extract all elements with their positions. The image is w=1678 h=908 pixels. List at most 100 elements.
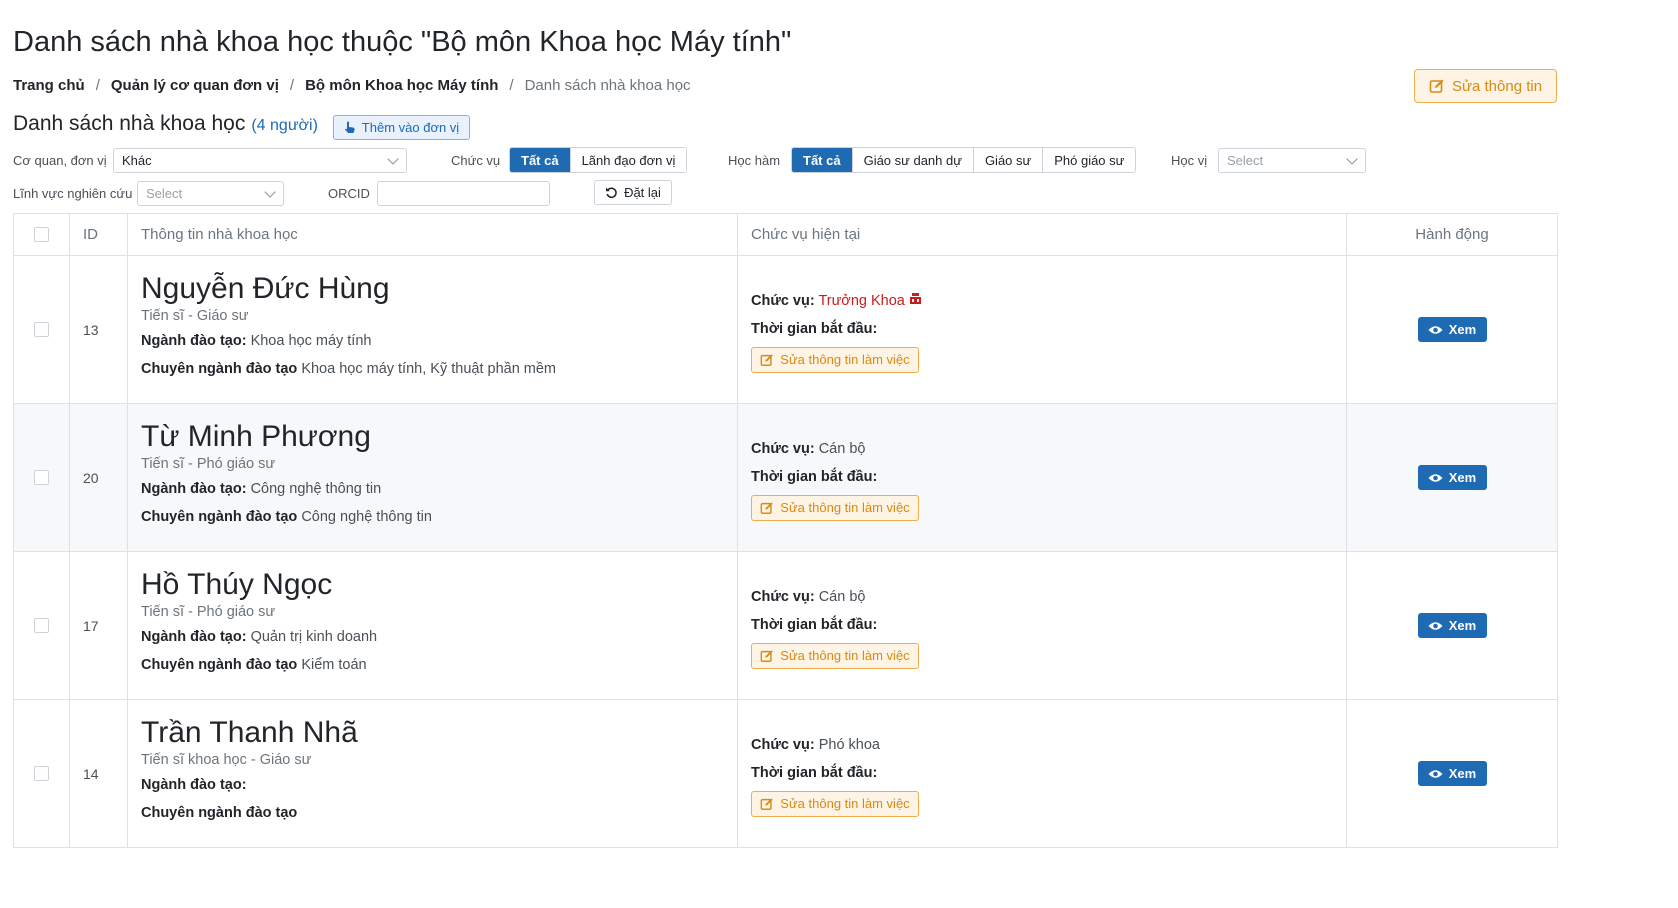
scientist-specialty: Chuyên ngành đào tạo Công nghệ thông tin [141,503,432,531]
row-actions: Xem [1347,256,1557,403]
table-row: 14 Trần Thanh Nhã Tiến sĩ khoa học - Giá… [14,700,1557,848]
position-info: Chức vụ: Cán bộ Thời gian bắt đầu: Sửa t… [738,552,1347,699]
row-checkbox-cell [14,700,70,847]
scientist-name[interactable]: Nguyễn Đức Hùng [141,272,390,306]
view-button[interactable]: Xem [1417,761,1487,786]
scientist-name[interactable]: Trần Thanh Nhã [141,716,358,750]
reset-label: Đặt lại [624,185,661,200]
edit-work-button[interactable]: Sửa thông tin làm việc [751,642,919,669]
view-label: Xem [1448,766,1477,781]
orcid-label: ORCID [328,186,370,201]
row-checkbox[interactable] [34,766,49,781]
degree-select[interactable]: Select [1218,148,1366,173]
scientist-specialty: Chuyên ngành đào tạo Kiểm toán [141,651,367,679]
edit-work-button[interactable]: Sửa thông tin làm việc [751,346,919,373]
scientist-major: Ngành đào tạo: Khoa học máy tính [141,327,371,355]
page-title: Danh sách nhà khoa học thuộc "Bộ môn Kho… [13,26,792,58]
org-select-value: Khác [122,153,152,168]
major-label: Ngành đào tạo: [141,629,247,645]
position-line: Chức vụ: Phó khoa [751,731,880,759]
major-label: Ngành đào tạo: [141,777,247,793]
table-header: ID Thông tin nhà khoa học Chức vụ hiện t… [14,214,1557,256]
field-select-placeholder: Select [146,186,183,201]
eye-icon [1428,621,1443,630]
view-button[interactable]: Xem [1417,465,1487,490]
field-filter-label: Lĩnh vực nghiên cứu [13,186,133,201]
specialty-label: Chuyên ngành đào tạo [141,657,298,673]
position-label: Chức vụ: [751,736,815,753]
field-select[interactable]: Select [137,181,284,206]
scientist-specialty: Chuyên ngành đào tạo [141,799,297,827]
degree-filter-label: Học vị [1171,153,1208,168]
position-line: Chức vụ: Cán bộ [751,435,865,463]
start-time-line: Thời gian bắt đầu: [751,315,877,343]
scientist-major: Ngành đào tạo: Công nghệ thông tin [141,475,381,503]
position-filter-label: Chức vụ [451,153,501,168]
position-value: Trưởng Khoa [818,292,905,309]
view-label: Xem [1448,470,1477,485]
header-current-position: Chức vụ hiện tại [738,214,1347,255]
leader-icon [909,292,921,304]
edit-work-button[interactable]: Sửa thông tin làm việc [751,494,919,521]
scientist-count: (4 người) [251,117,318,134]
start-time-line: Thời gian bắt đầu: [751,611,877,639]
edit-work-button[interactable]: Sửa thông tin làm việc [751,790,919,817]
title-filter-label: Học hàm [728,153,781,168]
position-info: Chức vụ: Phó khoa Thời gian bắt đầu: Sửa… [738,700,1347,847]
position-value: Cán bộ [818,588,866,605]
edit-icon [760,501,773,514]
breadcrumb-department[interactable]: Bộ môn Khoa học Máy tính [305,77,498,94]
title-option-honorary-professor[interactable]: Giáo sư danh dự [851,148,973,172]
major-label: Ngành đào tạo: [141,333,247,349]
row-checkbox[interactable] [34,618,49,633]
position-option-leader[interactable]: Lãnh đạo đơn vị [569,148,687,172]
breadcrumb-home[interactable]: Trang chủ [13,77,85,94]
header-actions: Hành động [1415,226,1489,243]
title-option-all[interactable]: Tất cả [792,148,852,172]
scientist-id: 13 [70,256,128,403]
edit-info-button[interactable]: Sửa thông tin [1414,69,1557,103]
org-select[interactable]: Khác [113,148,407,173]
scientist-id: 14 [70,700,128,847]
select-all-checkbox[interactable] [34,227,49,242]
start-time-line: Thời gian bắt đầu: [751,463,877,491]
row-checkbox[interactable] [34,470,49,485]
specialty-value: Khoa học máy tính, Kỹ thuật phần mềm [301,361,557,377]
scientist-degree: Tiến sĩ - Phó giáo sư [141,456,276,472]
scientist-degree: Tiến sĩ - Phó giáo sư [141,604,276,620]
scientist-name[interactable]: Hồ Thúy Ngọc [141,568,332,602]
row-checkbox-cell [14,404,70,551]
breadcrumb-org-management[interactable]: Quản lý cơ quan đơn vị [111,77,279,94]
major-value: Khoa học máy tính [250,333,372,349]
specialty-label: Chuyên ngành đào tạo [141,805,298,821]
view-button[interactable]: Xem [1417,317,1487,342]
scientist-name[interactable]: Từ Minh Phương [141,420,371,454]
table-row: 13 Nguyễn Đức Hùng Tiến sĩ - Giáo sư Ngà… [14,256,1557,404]
view-label: Xem [1448,618,1477,633]
header-select-all [14,214,70,255]
chevron-down-icon [264,186,276,198]
row-actions: Xem [1347,700,1557,847]
hand-pointer-icon [344,121,355,133]
edit-icon [760,797,773,810]
degree-select-placeholder: Select [1227,153,1264,168]
add-to-unit-button[interactable]: Thêm vào đơn vị [333,115,470,140]
view-button[interactable]: Xem [1417,613,1487,638]
header-id: ID [70,214,128,255]
reset-button[interactable]: Đặt lại [594,180,672,205]
start-time-line: Thời gian bắt đầu: [751,759,877,787]
view-label: Xem [1448,322,1477,337]
orcid-input[interactable] [377,181,550,206]
table-row: 17 Hồ Thúy Ngọc Tiến sĩ - Phó giáo sư Ng… [14,552,1557,700]
major-value: Công nghệ thông tin [250,481,382,497]
position-option-all[interactable]: Tất cả [510,148,570,172]
breadcrumb-separator: / [509,77,514,94]
table-row: 20 Từ Minh Phương Tiến sĩ - Phó giáo sư … [14,404,1557,552]
scientist-major: Ngành đào tạo: Quản trị kinh doanh [141,623,377,651]
edit-work-label: Sửa thông tin làm việc [780,648,910,663]
row-checkbox[interactable] [34,322,49,337]
title-option-associate-professor[interactable]: Phó giáo sư [1042,148,1136,172]
chevron-down-icon [1346,153,1358,165]
title-option-professor[interactable]: Giáo sư [972,148,1043,172]
scientist-id: 17 [70,552,128,699]
